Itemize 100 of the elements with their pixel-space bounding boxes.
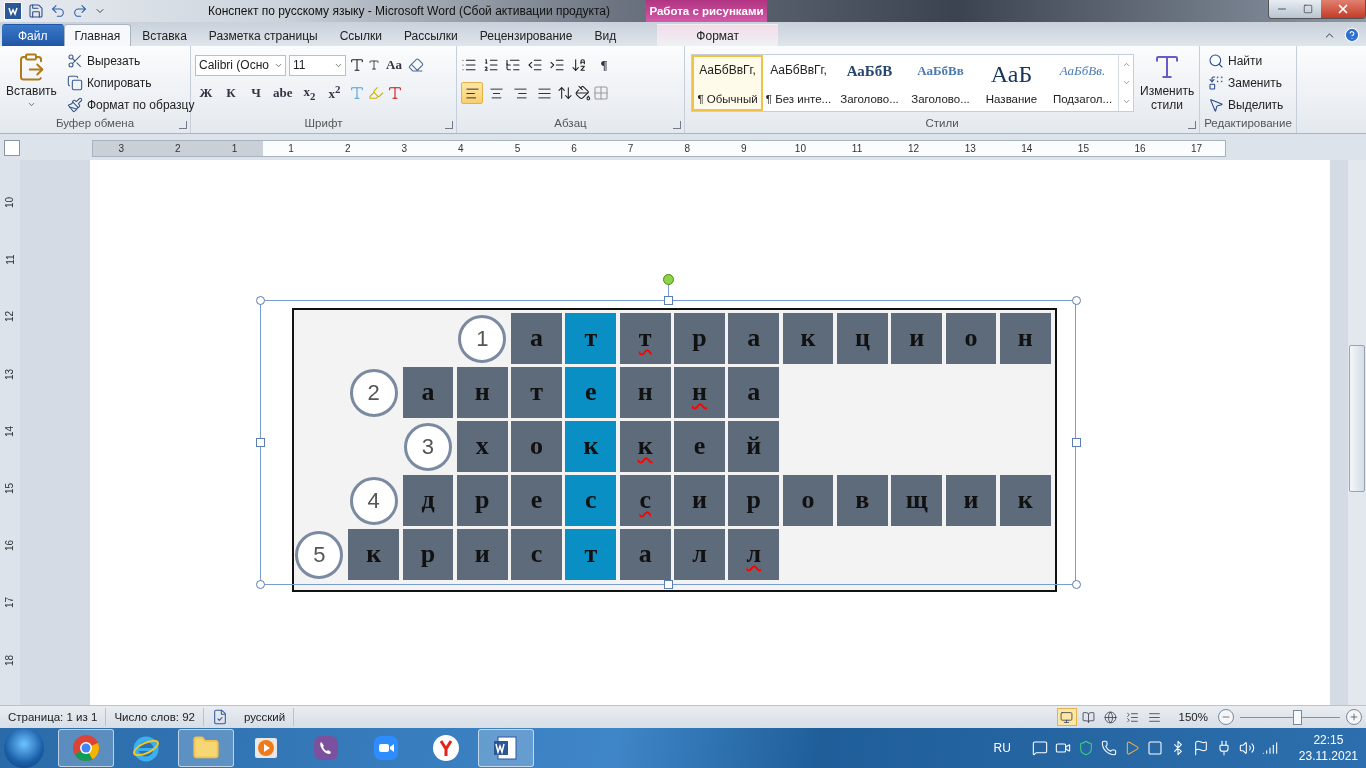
letter: т bbox=[583, 537, 599, 570]
editing-button[interactable]: Найти bbox=[1204, 50, 1288, 71]
ruler-number: 3 bbox=[117, 141, 126, 156]
copy-icon bbox=[66, 74, 83, 91]
resize-handle[interactable] bbox=[256, 438, 265, 447]
font-size-value: 11 bbox=[293, 58, 306, 72]
ribbon-tab[interactable]: Формат bbox=[657, 24, 779, 46]
zoom-out-button[interactable] bbox=[1218, 709, 1234, 725]
signal-icon bbox=[1261, 740, 1278, 756]
align-justify-icon bbox=[536, 85, 552, 101]
resize-handle[interactable] bbox=[1072, 296, 1081, 305]
vertical-scrollbar[interactable] bbox=[1348, 160, 1366, 705]
group-label: Буфер обмена bbox=[54, 117, 136, 131]
scissors-icon bbox=[66, 52, 83, 69]
editing-button[interactable]: Заменить bbox=[1204, 72, 1288, 93]
view-button[interactable] bbox=[1056, 708, 1077, 726]
letter: л bbox=[745, 537, 763, 570]
ribbon-tab[interactable]: Главная bbox=[63, 24, 132, 46]
font-name-value: Calibri (Осно bbox=[199, 58, 269, 72]
ribbon-tab[interactable]: Разметка страницы bbox=[197, 24, 329, 46]
start-button[interactable] bbox=[4, 728, 44, 768]
letter: р bbox=[745, 483, 762, 516]
format-button[interactable]: x$_{2}$ bbox=[298, 82, 321, 104]
video-camera-icon bbox=[372, 734, 400, 762]
style-item[interactable]: АаБбВ Заголово... bbox=[834, 55, 905, 111]
change-case-button[interactable]: Aa bbox=[383, 54, 405, 76]
format-button[interactable]: abe bbox=[270, 82, 296, 104]
number-circle: 2 bbox=[349, 368, 398, 417]
letter: д bbox=[420, 483, 436, 516]
ruler-number: 14 bbox=[4, 425, 16, 437]
ribbon-tab[interactable]: Вставка bbox=[131, 24, 198, 46]
clock-time[interactable]: 22:15 bbox=[1313, 732, 1344, 748]
zoom-thumb[interactable] bbox=[1293, 709, 1302, 725]
resize-handle[interactable] bbox=[664, 296, 673, 305]
print-layout-icon bbox=[1060, 710, 1074, 724]
resize-handle[interactable] bbox=[1072, 438, 1081, 447]
align-center-icon bbox=[488, 85, 504, 101]
ruler-number: 9 bbox=[740, 141, 748, 156]
ruler-number: 2 bbox=[343, 141, 352, 156]
rotate-handle[interactable] bbox=[663, 274, 674, 285]
letter: и bbox=[691, 483, 708, 516]
ribbon-tab[interactable]: Файл bbox=[2, 24, 64, 46]
resize-handle[interactable] bbox=[664, 580, 673, 589]
page-count[interactable]: Страница: 1 из 1 bbox=[0, 708, 107, 726]
scroll-thumb[interactable] bbox=[1349, 345, 1365, 492]
style-item[interactable]: АаБбВв Заголово... bbox=[905, 55, 976, 111]
style-item[interactable]: АаБбВвГг, ¶ Без инте... bbox=[763, 55, 834, 111]
window-icon bbox=[1146, 740, 1163, 756]
change-styles-button[interactable]: Изменить стили bbox=[1138, 50, 1197, 117]
style-item[interactable]: АаБ Название bbox=[976, 55, 1047, 111]
letter: н bbox=[636, 375, 654, 408]
browser-y-icon bbox=[432, 734, 460, 762]
font-name-field[interactable]: Calibri (Осно bbox=[195, 54, 286, 76]
pilcrow-button[interactable]: ¶ bbox=[593, 54, 615, 76]
resize-handle[interactable] bbox=[256, 580, 265, 589]
format-button[interactable]: Ч bbox=[245, 82, 267, 104]
taskbar-app[interactable] bbox=[478, 729, 534, 767]
ribbon-tab[interactable]: Рецензирование bbox=[468, 24, 584, 46]
tab-stop-selector[interactable] bbox=[4, 140, 20, 156]
align-right-icon bbox=[512, 85, 528, 101]
clock-date[interactable]: 23.11.2021 bbox=[1298, 748, 1358, 764]
book-icon bbox=[1082, 710, 1096, 724]
ribbon-tab[interactable]: Вид bbox=[583, 24, 628, 46]
maximize-button[interactable] bbox=[1295, 0, 1321, 18]
editing-button[interactable]: Выделить bbox=[1204, 94, 1288, 115]
format-button[interactable]: К bbox=[220, 82, 242, 104]
style-item[interactable]: АаБбВвГг, ¶ Обычный bbox=[692, 55, 763, 111]
close-button[interactable] bbox=[1321, 0, 1365, 18]
letter: й bbox=[745, 429, 763, 462]
format-button[interactable]: x$^{2}$ bbox=[323, 82, 346, 104]
paste-button[interactable]: Вставить bbox=[4, 50, 59, 117]
app-logo-icon bbox=[4, 2, 22, 20]
zoom-in-button[interactable] bbox=[1346, 709, 1362, 725]
letter: е bbox=[584, 375, 598, 408]
letter: и bbox=[473, 537, 491, 570]
ruler-number: 11 bbox=[850, 141, 864, 156]
zoom-level[interactable]: 150% bbox=[1178, 711, 1208, 723]
ruler-number: 1 bbox=[287, 141, 295, 156]
ruler-number: 1 bbox=[230, 141, 239, 156]
word-count[interactable]: Число слов: 92 bbox=[106, 708, 204, 726]
font-size-field[interactable]: 11 bbox=[289, 54, 346, 76]
browser-icon bbox=[132, 734, 160, 762]
save-button[interactable] bbox=[28, 3, 44, 19]
input-language[interactable]: RU bbox=[993, 741, 1011, 755]
style-item[interactable]: АаБбВв. Подзагол... bbox=[1047, 55, 1118, 111]
ribbon-tab[interactable]: Рассылки bbox=[392, 24, 469, 46]
ruler-number: 15 bbox=[1076, 141, 1090, 156]
minimize-button[interactable] bbox=[1269, 0, 1295, 18]
letter: а bbox=[529, 321, 545, 354]
ribbon-tab[interactable]: Ссылки bbox=[328, 24, 393, 46]
maximize-icon bbox=[1303, 4, 1313, 14]
resize-handle[interactable] bbox=[1072, 580, 1081, 589]
ruler-number: 15 bbox=[4, 482, 16, 495]
language-status[interactable]: русский bbox=[235, 708, 295, 726]
letter: а bbox=[637, 537, 653, 570]
redo-button[interactable] bbox=[72, 3, 88, 19]
undo-button[interactable] bbox=[50, 3, 66, 19]
font-color-icon bbox=[386, 85, 403, 101]
pointer-icon bbox=[1208, 96, 1224, 113]
resize-handle[interactable] bbox=[256, 296, 265, 305]
